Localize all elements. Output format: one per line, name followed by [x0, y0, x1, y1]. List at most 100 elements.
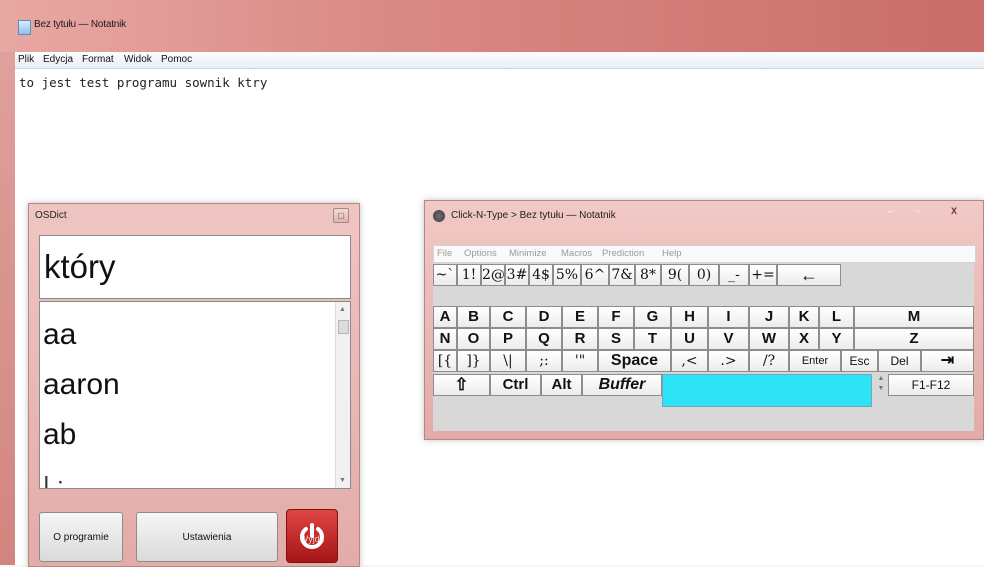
key-r[interactable]: R	[562, 328, 598, 350]
key-plus[interactable]: +=	[749, 264, 777, 286]
about-button[interactable]: O programie	[39, 512, 123, 562]
keyboard-filler	[841, 264, 974, 286]
menu-pomoc[interactable]: Pomoc	[161, 54, 192, 65]
suggestion-item[interactable]: aaron	[43, 368, 120, 402]
key-p[interactable]: P	[490, 328, 526, 350]
osdict-current-word-box[interactable]: który	[39, 235, 351, 299]
key-del[interactable]: Del	[878, 350, 921, 372]
key-bracket-close[interactable]: ]}	[457, 350, 490, 372]
maximize-icon[interactable]: ▫	[905, 203, 931, 220]
power-button[interactable]: Wyjdź	[286, 509, 338, 563]
key-x[interactable]: X	[789, 328, 819, 350]
scroll-down-icon[interactable]: ▼	[339, 477, 346, 484]
key-ctrl[interactable]: Ctrl	[490, 374, 541, 396]
key-m[interactable]: M	[854, 306, 974, 328]
key-shift[interactable]: ⇧	[433, 374, 490, 396]
key-esc[interactable]: Esc	[841, 350, 878, 372]
menu-widok[interactable]: Widok	[124, 54, 152, 65]
notepad-app-icon	[18, 20, 31, 35]
menu-macros[interactable]: Macros	[561, 248, 592, 259]
key-j[interactable]: J	[749, 306, 789, 328]
notepad-frame-border	[0, 52, 15, 565]
onscreen-keyboard: ~` 1! 2@ 3# 4$ 5% 6^ 7& 8* 9( 0) _- += ←…	[433, 263, 974, 431]
key-comma[interactable]: ,<	[671, 350, 708, 372]
key-i[interactable]: I	[708, 306, 749, 328]
buffer-field[interactable]	[662, 374, 872, 407]
suggestion-item[interactable]: aa	[43, 318, 76, 352]
key-backslash[interactable]: \|	[490, 350, 526, 372]
scroll-up-icon[interactable]: ▲	[339, 306, 346, 313]
settings-button[interactable]: Ustawienia	[136, 512, 278, 562]
key-space[interactable]: Space	[598, 350, 671, 372]
key-tab[interactable]: ⇥	[921, 350, 974, 372]
key-enter[interactable]: Enter	[789, 350, 841, 372]
key-q[interactable]: Q	[526, 328, 562, 350]
menu-file[interactable]: File	[437, 248, 452, 259]
key-8[interactable]: 8*	[635, 264, 661, 286]
power-button-label: Wyjdź	[299, 534, 325, 544]
buffer-button[interactable]: Buffer	[582, 374, 662, 396]
suggestion-item[interactable]: ab	[43, 418, 76, 452]
buffer-spinner[interactable]: ▲ ▼	[876, 374, 886, 396]
key-s[interactable]: S	[598, 328, 634, 350]
osdict-scrollbar[interactable]: ▲ ▼	[335, 302, 350, 488]
key-d[interactable]: D	[526, 306, 562, 328]
key-tilde[interactable]: ~`	[433, 264, 457, 286]
key-4[interactable]: 4$	[529, 264, 553, 286]
key-backspace[interactable]: ←	[777, 264, 841, 286]
key-9[interactable]: 9(	[661, 264, 689, 286]
key-quote[interactable]: '"	[562, 350, 598, 372]
key-u[interactable]: U	[671, 328, 708, 350]
close-icon[interactable]: X	[934, 203, 974, 220]
scroll-thumb[interactable]	[338, 320, 349, 334]
key-t[interactable]: T	[634, 328, 671, 350]
key-alt[interactable]: Alt	[541, 374, 582, 396]
key-period[interactable]: .>	[708, 350, 749, 372]
osdict-suggestion-list[interactable]: aa aaron ab ı · ▲ ▼	[39, 301, 351, 489]
menu-prediction[interactable]: Prediction	[602, 248, 644, 259]
key-z[interactable]: Z	[854, 328, 974, 350]
osdict-window: OSDict ▢ który aa aaron ab ı · ▲ ▼ O pro…	[28, 203, 360, 567]
osdict-close-icon[interactable]: ▢	[333, 208, 349, 223]
key-1[interactable]: 1!	[457, 264, 481, 286]
key-5[interactable]: 5%	[553, 264, 581, 286]
settings-button-label: Ustawienia	[182, 531, 232, 543]
key-semicolon[interactable]: ;:	[526, 350, 562, 372]
menu-options[interactable]: Options	[464, 248, 497, 259]
key-l[interactable]: L	[819, 306, 854, 328]
clickntype-app-icon	[433, 210, 445, 222]
key-bracket-open[interactable]: [{	[433, 350, 457, 372]
key-g[interactable]: G	[634, 306, 671, 328]
key-2[interactable]: 2@	[481, 264, 505, 286]
key-h[interactable]: H	[671, 306, 708, 328]
clickntype-menubar: File Options Minimize Macros Prediction …	[433, 245, 976, 263]
key-3[interactable]: 3#	[505, 264, 529, 286]
menu-format[interactable]: Format	[82, 54, 114, 65]
key-n[interactable]: N	[433, 328, 457, 350]
key-o[interactable]: O	[457, 328, 490, 350]
key-k[interactable]: K	[789, 306, 819, 328]
menu-edycja[interactable]: Edycja	[43, 54, 73, 65]
key-minus[interactable]: _-	[719, 264, 749, 286]
key-e[interactable]: E	[562, 306, 598, 328]
key-c[interactable]: C	[490, 306, 526, 328]
notepad-titlebar[interactable]: Bez tytułu — Notatnik	[0, 0, 984, 52]
key-f[interactable]: F	[598, 306, 634, 328]
key-0[interactable]: 0)	[689, 264, 719, 286]
key-slash[interactable]: /?	[749, 350, 789, 372]
key-f1-f12[interactable]: F1-F12	[888, 374, 974, 396]
menu-minimize[interactable]: Minimize	[509, 248, 546, 259]
key-v[interactable]: V	[708, 328, 749, 350]
key-y[interactable]: Y	[819, 328, 854, 350]
menu-plik[interactable]: Plik	[18, 54, 34, 65]
key-w[interactable]: W	[749, 328, 789, 350]
notepad-title: Bez tytułu — Notatnik	[34, 19, 126, 30]
notepad-menubar: Plik Edycja Format Widok Pomoc	[15, 52, 984, 69]
minimize-icon[interactable]: –	[877, 203, 903, 220]
key-6[interactable]: 6^	[581, 264, 609, 286]
clickntype-title: Click-N-Type > Bez tytułu — Notatnik	[451, 210, 616, 221]
key-7[interactable]: 7&	[609, 264, 635, 286]
menu-help[interactable]: Help	[662, 248, 682, 259]
key-a[interactable]: A	[433, 306, 457, 328]
key-b[interactable]: B	[457, 306, 490, 328]
